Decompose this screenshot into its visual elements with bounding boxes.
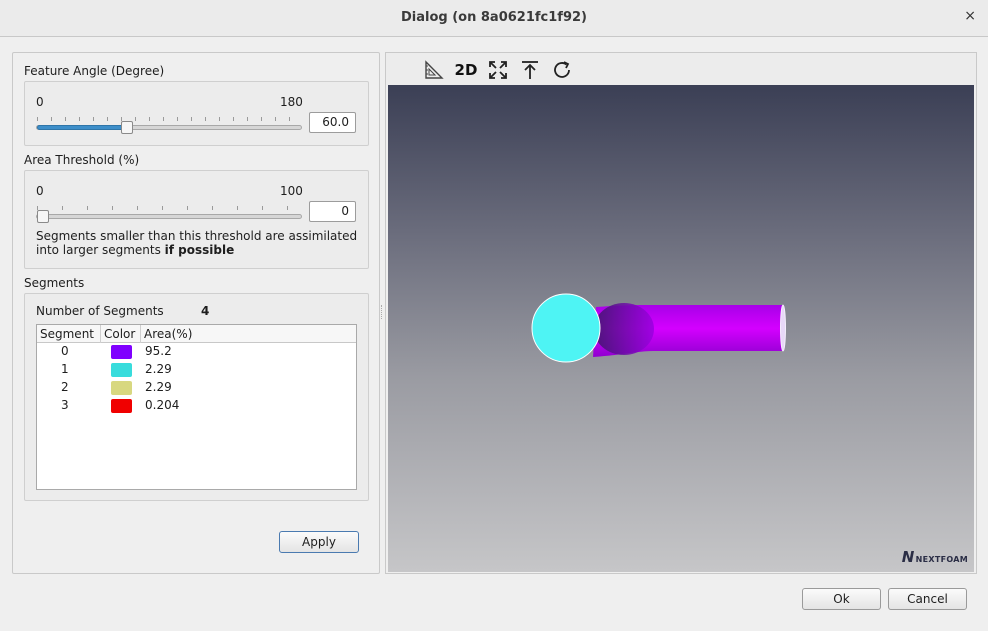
cancel-button[interactable]: Cancel — [888, 588, 967, 610]
view-panel: 2D NNEXTFOAM — [385, 52, 977, 574]
view-toolbar: 2D — [386, 53, 976, 85]
feature-angle-max: 180 — [280, 95, 303, 109]
segment-area: 0.204 — [145, 398, 180, 412]
area-threshold-ticks — [37, 206, 301, 210]
feature-angle-slider-fill — [37, 125, 129, 130]
area-threshold-input[interactable]: 0 — [309, 201, 356, 222]
nextfoam-logo: NNEXTFOAM — [901, 548, 968, 566]
segment-id: 3 — [61, 398, 69, 412]
segment-count-label: Number of Segments — [36, 304, 164, 318]
segment-id: 0 — [61, 344, 69, 358]
segment-count-value: 4 — [201, 304, 210, 318]
feature-angle-slider[interactable] — [36, 121, 302, 134]
feature-angle-group: 0 180 60.0 — [24, 81, 369, 146]
align-top-icon[interactable] — [518, 59, 542, 81]
column-header-segment[interactable]: Segment — [40, 327, 94, 341]
segments-label: Segments — [24, 276, 85, 290]
area-threshold-slider[interactable] — [36, 210, 302, 223]
area-threshold-label: Area Threshold (%) — [24, 153, 140, 167]
2d-view-icon[interactable]: 2D — [454, 59, 478, 81]
settings-panel: Feature Angle (Degree) 0 180 60.0 Area T… — [12, 52, 380, 574]
segment-area: 95.2 — [145, 344, 172, 358]
segment-area: 2.29 — [145, 362, 172, 376]
table-row[interactable]: 3 0.204 — [37, 397, 356, 415]
splitter-handle[interactable] — [381, 305, 383, 319]
apply-button[interactable]: Apply — [279, 531, 359, 553]
column-header-color[interactable]: Color — [104, 327, 135, 341]
color-swatch[interactable] — [111, 381, 132, 395]
fit-view-icon[interactable] — [486, 59, 510, 81]
table-header: Segment Color Area(%) — [37, 325, 356, 343]
segment-id: 1 — [61, 362, 69, 376]
feature-angle-slider-handle[interactable] — [121, 121, 133, 134]
segments-group: Number of Segments 4 Segment Color Area(… — [24, 293, 369, 501]
area-threshold-max: 100 — [280, 184, 303, 198]
feature-angle-input[interactable]: 60.0 — [309, 112, 356, 133]
3d-viewport[interactable]: NNEXTFOAM — [388, 85, 974, 572]
area-threshold-help: Segments smaller than this threshold are… — [36, 229, 366, 257]
segment-area: 2.29 — [145, 380, 172, 394]
table-row[interactable]: 0 95.2 — [37, 343, 356, 361]
reset-rotate-icon[interactable] — [550, 59, 574, 81]
ok-button[interactable]: Ok — [802, 588, 881, 610]
table-row[interactable]: 1 2.29 — [37, 361, 356, 379]
area-threshold-min: 0 — [36, 184, 44, 198]
feature-angle-min: 0 — [36, 95, 44, 109]
feature-angle-label: Feature Angle (Degree) — [24, 64, 165, 78]
close-icon[interactable]: × — [964, 8, 976, 24]
window-title: Dialog (on 8a0621fc1f92) — [401, 10, 587, 25]
segments-table[interactable]: Segment Color Area(%) 0 95.2 1 2.29 2 2.… — [36, 324, 357, 490]
help-text-bold: if possible — [164, 243, 235, 257]
table-row[interactable]: 2 2.29 — [37, 379, 356, 397]
area-threshold-group: 0 100 0 Segments smaller than this thres… — [24, 170, 369, 269]
color-swatch[interactable] — [111, 399, 132, 413]
ruler-icon[interactable] — [422, 59, 446, 81]
color-swatch[interactable] — [111, 345, 132, 359]
column-header-area[interactable]: Area(%) — [144, 327, 192, 341]
feature-angle-ticks — [37, 117, 301, 121]
segment-id: 2 — [61, 380, 69, 394]
title-bar: Dialog (on 8a0621fc1f92) × — [0, 0, 988, 37]
area-threshold-slider-handle[interactable] — [37, 210, 49, 223]
color-swatch[interactable] — [111, 363, 132, 377]
geometry-render — [531, 293, 786, 363]
